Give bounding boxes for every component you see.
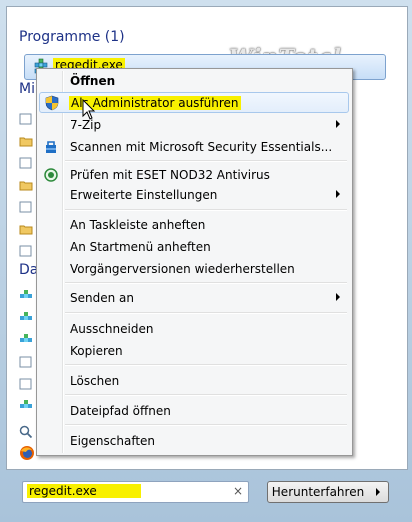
menu-separator — [65, 209, 347, 211]
file-icon[interactable] — [19, 201, 33, 213]
menu-item-cut[interactable]: Ausschneiden — [39, 319, 349, 339]
menu-item-pin-taskbar[interactable]: An Taskleiste anheften — [39, 215, 349, 235]
file-icon[interactable] — [19, 378, 33, 390]
regedit-icon[interactable] — [19, 312, 33, 324]
folder-icon[interactable] — [19, 135, 33, 147]
file-icon[interactable] — [19, 157, 33, 169]
uac-shield-icon — [45, 95, 59, 111]
menu-item-send-to[interactable]: Senden an — [39, 288, 349, 308]
search-box[interactable]: × — [22, 481, 249, 503]
regedit-icon[interactable] — [19, 400, 33, 412]
menu-separator — [65, 312, 347, 314]
mouse-cursor-icon — [82, 99, 96, 120]
menu-item-scan-eset[interactable]: Prüfen mit ESET NOD32 Antivirus — [39, 165, 349, 185]
menu-item-pin-startmenu[interactable]: An Startmenü anheften — [39, 237, 349, 257]
start-menu-bottom-bar: × Herunterfahren — [6, 470, 406, 516]
menu-item-advanced-settings[interactable]: Erweiterte Einstellungen — [39, 185, 349, 205]
folder-icon[interactable] — [19, 179, 33, 191]
clear-search-icon[interactable]: × — [233, 484, 243, 498]
submenu-arrow-icon — [336, 190, 340, 198]
submenu-arrow-icon — [336, 293, 340, 301]
regedit-icon[interactable] — [19, 290, 33, 302]
file-icon[interactable] — [19, 356, 33, 368]
menu-item-copy[interactable]: Kopieren — [39, 341, 349, 361]
menu-item-properties[interactable]: Eigenschaften — [39, 431, 349, 451]
menu-separator — [65, 424, 347, 426]
menu-item-open-file-location[interactable]: Dateipfad öffnen — [39, 401, 349, 421]
firefox-icon[interactable] — [19, 445, 35, 461]
section-heading-programs: Programme (1) — [19, 29, 125, 45]
menu-separator — [65, 364, 347, 366]
file-icon[interactable] — [19, 245, 33, 257]
menu-separator — [65, 394, 347, 396]
regedit-icon[interactable] — [19, 334, 33, 346]
menu-item-open[interactable]: Öffnen — [39, 71, 349, 91]
context-menu: Öffnen Als Administrator ausführen 7-Zip… — [36, 68, 353, 456]
search-input[interactable] — [27, 484, 141, 498]
submenu-arrow-icon — [336, 120, 340, 128]
shutdown-options-button[interactable] — [368, 481, 389, 503]
shutdown-button[interactable]: Herunterfahren — [267, 481, 369, 503]
mse-icon — [46, 141, 56, 153]
menu-separator — [65, 160, 347, 162]
menu-separator — [65, 282, 347, 284]
menu-item-delete[interactable]: Löschen — [39, 371, 349, 391]
menu-item-restore-previous[interactable]: Vorgängerversionen wiederherstellen — [39, 259, 349, 279]
menu-item-scan-mse[interactable]: Scannen mit Microsoft Security Essential… — [39, 137, 349, 157]
eset-icon — [44, 168, 58, 182]
file-icon[interactable] — [19, 113, 33, 125]
section-heading-files: Mi — [19, 81, 35, 97]
folder-icon[interactable] — [19, 223, 33, 235]
search-more-icon[interactable] — [19, 425, 33, 439]
